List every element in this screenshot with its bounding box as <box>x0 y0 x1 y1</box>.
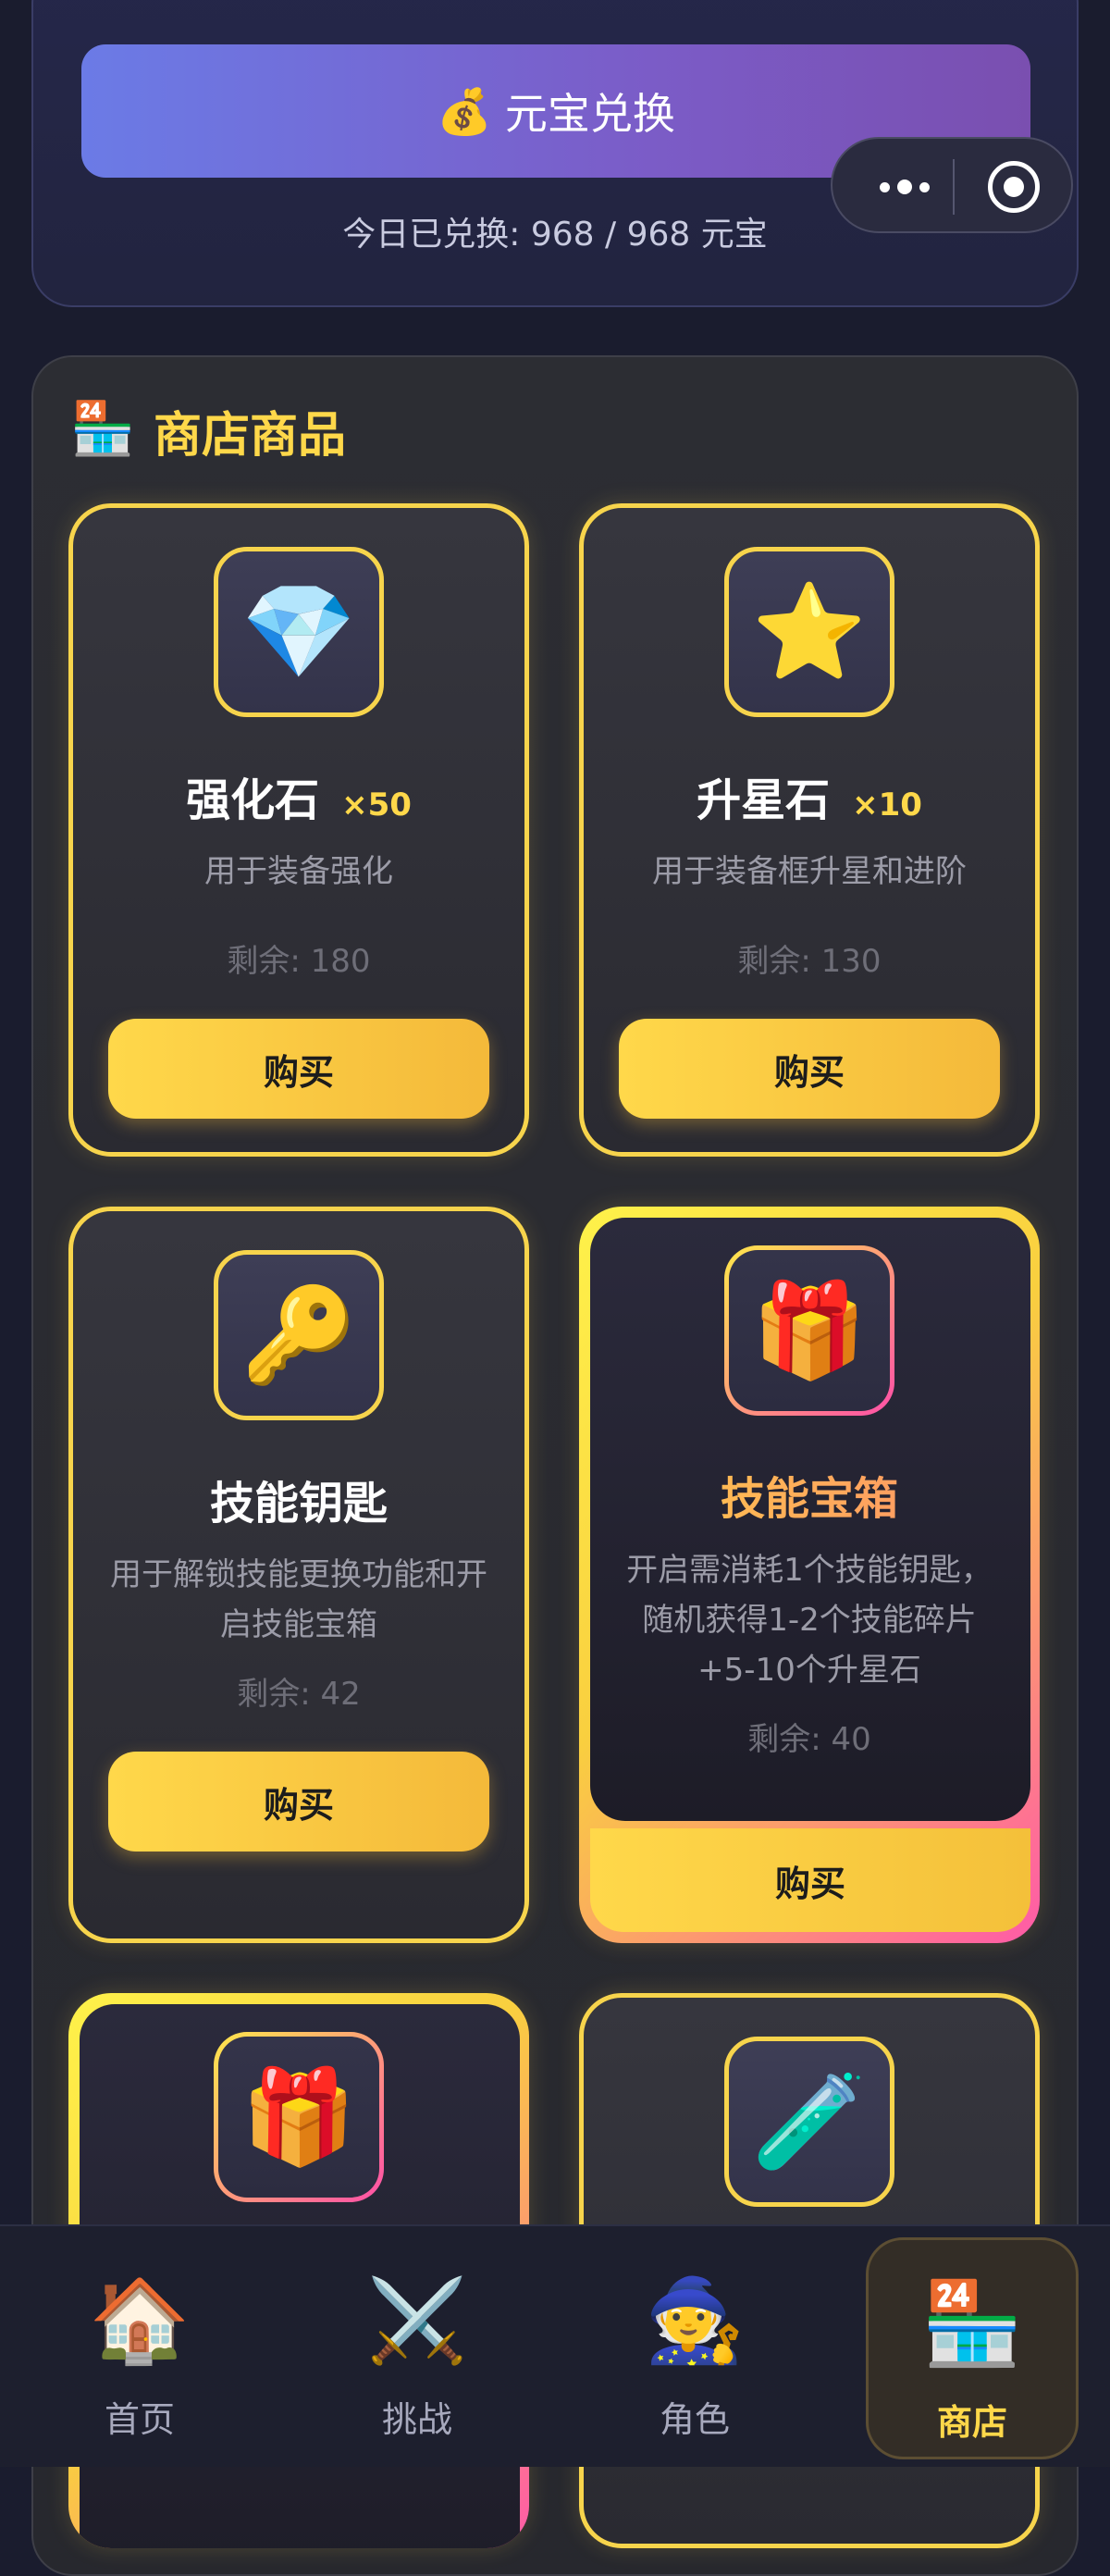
tab-character[interactable]: 🧙 角色 <box>588 2226 801 2467</box>
key-icon: 🔑 <box>214 1250 384 1420</box>
shop-item-card: 🔑 技能钥匙 用于解锁技能更换功能和开启技能宝箱 剩余: 42 购买 <box>68 1207 529 1943</box>
item-name: 技能宝箱 <box>579 1462 1040 1527</box>
item-name: 技能钥匙 <box>209 1478 388 1530</box>
tab-challenge[interactable]: ⚔️ 挑战 <box>311 2226 524 2467</box>
store-icon: 🏪 <box>921 2275 1023 2371</box>
gift-box-icon: 🎁 <box>724 1245 894 1416</box>
crossed-swords-icon: ⚔️ <box>366 2273 468 2368</box>
item-name-text: 升星石 <box>697 774 831 826</box>
bottom-tab-bar: 🏠 首页 ⚔️ 挑战 🧙 角色 🏪 商店 <box>0 2224 1110 2467</box>
buy-button[interactable]: 购买 <box>108 1019 489 1119</box>
buy-button[interactable]: 购买 <box>619 1019 1000 1119</box>
miniprogram-capsule <box>831 137 1073 233</box>
item-description: 用于装备强化 <box>204 853 393 890</box>
capsule-divider <box>953 159 955 215</box>
shop-item-card: 💎 强化石 ×50 用于装备强化 剩余: 180 购买 <box>68 503 529 1157</box>
item-description: 开启需消耗1个技能钥匙，随机获得1-2个技能碎片+5-10个升星石 <box>626 1552 993 1689</box>
shop-section-title: 商店商品 <box>154 408 347 464</box>
item-name-text: 强化石 <box>186 774 320 826</box>
item-quantity: ×10 <box>852 786 922 824</box>
tab-label: 角色 <box>659 2399 730 2440</box>
home-icon: 🏠 <box>89 2273 191 2368</box>
item-stock: 剩余: 42 <box>237 1676 361 1713</box>
item-name: 升星石 ×10 <box>584 763 1035 828</box>
item-stock: 剩余: 40 <box>747 1721 871 1758</box>
money-bag-icon: 💰 <box>437 85 492 138</box>
tab-shop[interactable]: 🏪 商店 <box>866 2237 1079 2459</box>
exchange-button-label: 元宝兑换 <box>504 89 675 139</box>
item-description: 用于解锁技能更换功能和开启技能宝箱 <box>110 1556 487 1643</box>
store-icon: 🏪 <box>70 399 135 459</box>
tab-home[interactable]: 🏠 首页 <box>33 2226 246 2467</box>
buy-button[interactable]: 购买 <box>108 1752 489 1852</box>
wizard-icon: 🧙 <box>644 2273 746 2368</box>
item-stock: 剩余: 180 <box>227 943 371 980</box>
shop-item-card: ⭐ 升星石 ×10 用于装备框升星和进阶 剩余: 130 购买 <box>579 503 1040 1157</box>
item-description: 用于装备框升星和进阶 <box>652 853 967 890</box>
gift-box-icon: 🎁 <box>214 2032 384 2202</box>
star-icon: ⭐ <box>724 547 894 717</box>
item-name: 强化石 ×50 <box>73 763 524 828</box>
tab-label: 挑战 <box>381 2399 452 2440</box>
gem-icon: 💎 <box>214 547 384 717</box>
tab-label: 商店 <box>936 2402 1007 2443</box>
buy-button[interactable]: 购买 <box>590 1828 1030 1932</box>
item-stock: 剩余: 130 <box>737 943 882 980</box>
tab-label: 首页 <box>104 2399 175 2440</box>
item-quantity: ×50 <box>341 786 412 824</box>
test-tube-icon: 🧪 <box>724 2037 894 2207</box>
shop-item-card-special: 🎁 技能宝箱 开启需消耗1个技能钥匙，随机获得1-2个技能碎片+5-10个升星石… <box>579 1207 1040 1943</box>
close-miniprogram-icon[interactable] <box>988 161 1040 213</box>
more-menu-icon[interactable] <box>860 168 949 205</box>
